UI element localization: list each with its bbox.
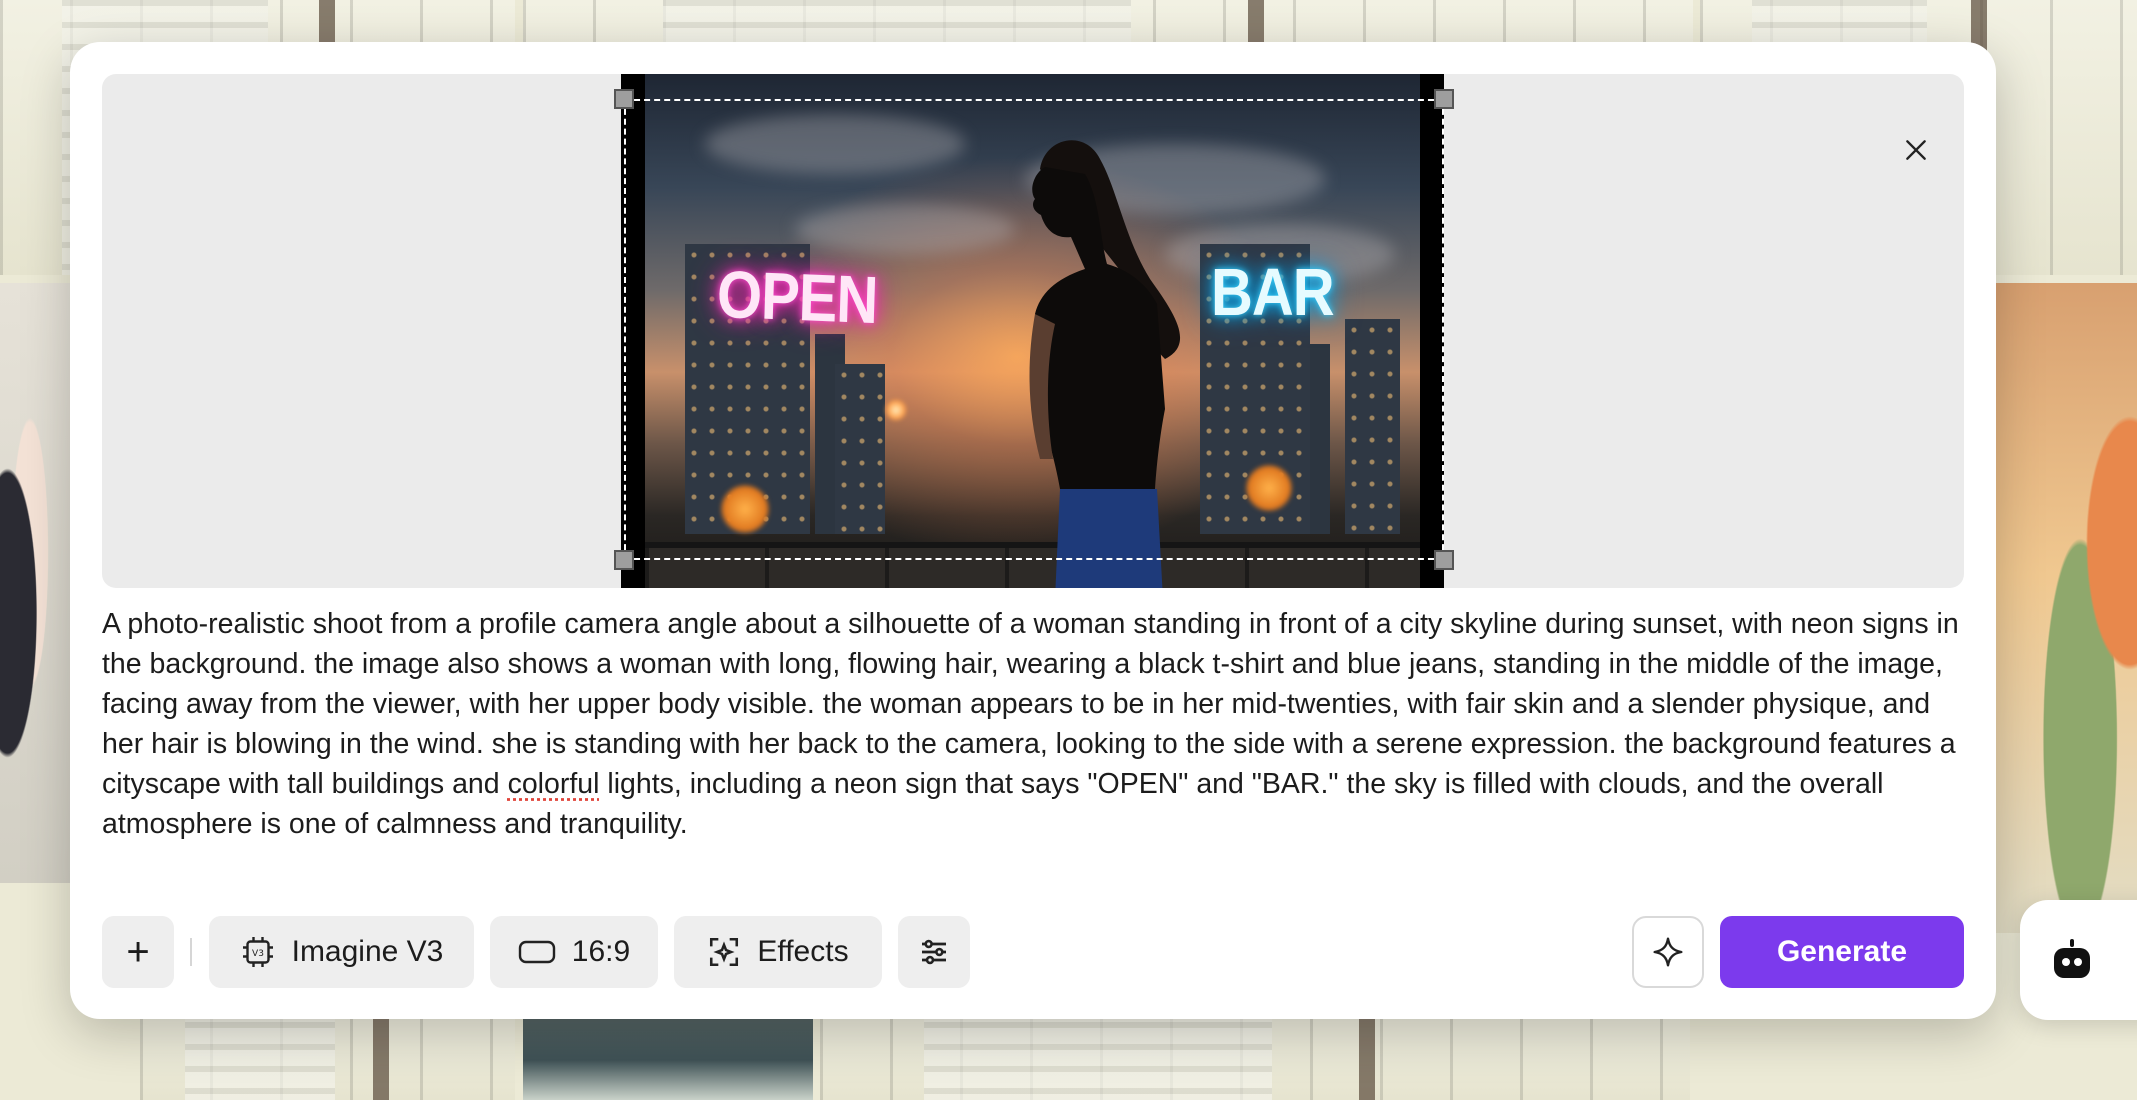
effects-button[interactable]: Effects xyxy=(674,916,882,988)
enhance-prompt-button[interactable] xyxy=(1632,916,1704,988)
chip-v3-icon: V3 xyxy=(242,937,273,967)
crop-handle-bottom-right[interactable] xyxy=(1434,550,1454,570)
add-button[interactable]: + xyxy=(102,916,174,988)
sparkle-icon xyxy=(1653,937,1683,967)
crop-handle-top-right[interactable] xyxy=(1434,89,1454,109)
aspect-ratio-icon xyxy=(518,940,555,964)
effects-focus-icon xyxy=(710,937,739,967)
aspect-ratio-label: 16:9 xyxy=(571,935,631,968)
close-icon xyxy=(1906,140,1926,160)
svg-text:V3: V3 xyxy=(252,949,264,959)
prompt-misspelled-word[interactable]: colorful xyxy=(508,768,600,800)
gallery-tile[interactable] xyxy=(1995,283,2137,933)
close-button[interactable] xyxy=(1898,132,1934,168)
generate-button[interactable]: Generate xyxy=(1720,916,1964,988)
crop-handle-top-left[interactable] xyxy=(614,89,634,109)
crop-handle-bottom-left[interactable] xyxy=(614,550,634,570)
image-details-modal: OPEN BAR A photo-realistic shoot from a … xyxy=(70,42,1996,1019)
settings-button[interactable] xyxy=(898,916,970,988)
robot-icon xyxy=(2054,939,2090,978)
crop-selection-box[interactable] xyxy=(614,89,1454,570)
prompt-text[interactable]: A photo-realistic shoot from a profile c… xyxy=(102,604,1964,844)
assistant-button[interactable] xyxy=(2020,900,2137,1020)
toolbar-divider xyxy=(190,938,192,966)
image-preview-area: OPEN BAR xyxy=(102,74,1964,588)
model-label: Imagine V3 xyxy=(291,935,444,968)
aspect-ratio-button[interactable]: 16:9 xyxy=(490,916,658,988)
plus-icon: + xyxy=(126,930,150,974)
sliders-icon xyxy=(922,939,946,965)
effects-label: Effects xyxy=(757,935,849,968)
model-select-button[interactable]: V3 Imagine V3 xyxy=(209,916,474,988)
gallery-tile[interactable] xyxy=(0,283,75,883)
